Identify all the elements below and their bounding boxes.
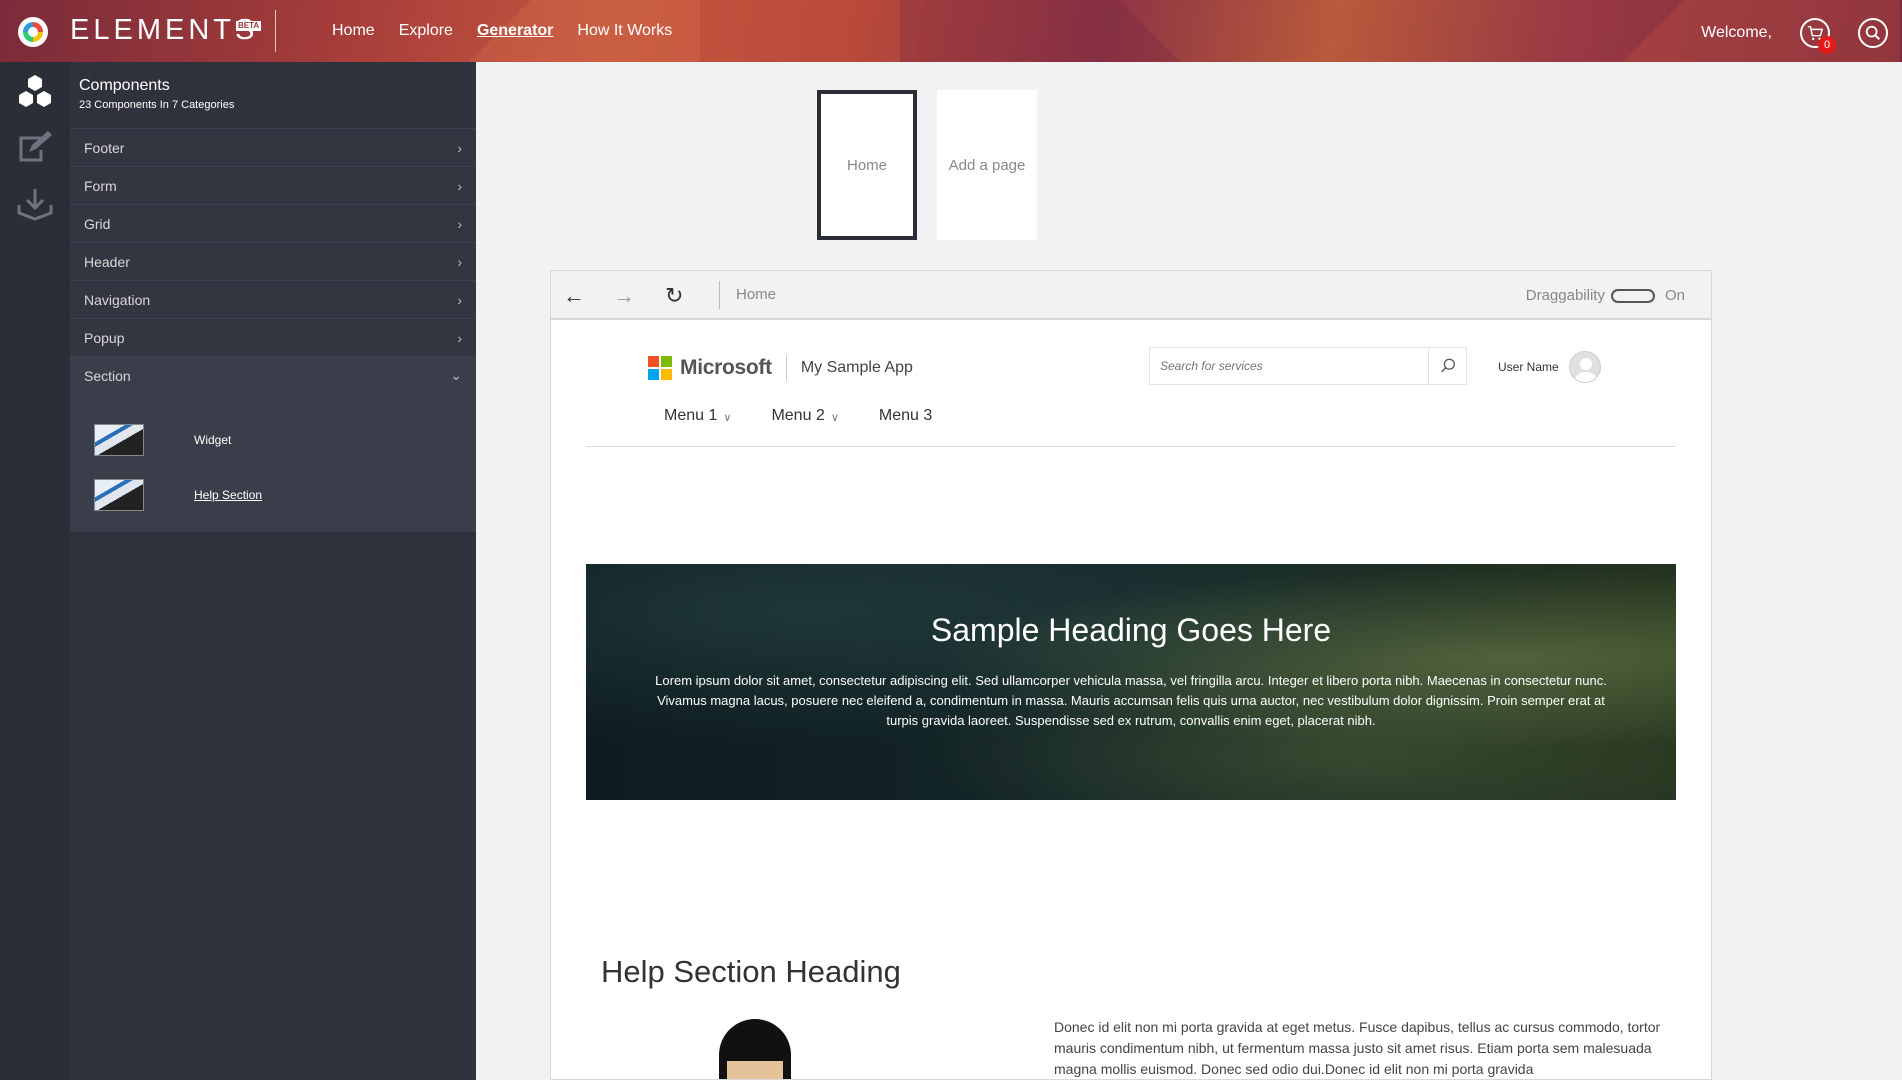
app-name: My Sample App [800, 359, 913, 376]
chevron-right-icon: › [457, 329, 462, 346]
component-widget[interactable]: Widget [94, 424, 231, 456]
components-panel: Components 23 Components In 7 Categories… [70, 62, 476, 1080]
component-help-section[interactable]: Help Section [94, 479, 262, 511]
component-label: Widget [194, 433, 232, 447]
chevron-right-icon: › [457, 177, 462, 194]
component-label: Help Section [194, 488, 263, 502]
rail-download[interactable] [0, 176, 70, 232]
chevron-down-icon: ⌄ [450, 367, 462, 383]
draggability-state: On [1664, 287, 1685, 304]
panel-subtitle: 23 Components In 7 Categories [79, 99, 235, 111]
user-profile[interactable]: User Name [1498, 351, 1601, 383]
category-navigation[interactable]: Navigation › [70, 280, 476, 318]
preview-browser: ← → ↻ Home Draggability On Microsoft My … [550, 270, 1712, 1080]
microsoft-logo-icon [648, 356, 672, 380]
category-label: Navigation [84, 291, 151, 308]
category-footer[interactable]: Footer › [70, 128, 476, 166]
help-section-heading: Help Section Heading [601, 954, 901, 989]
nav-how-it-works[interactable]: How It Works [577, 22, 672, 40]
menu-label: Menu 2 [771, 407, 825, 424]
elements-logo-icon[interactable] [18, 17, 48, 47]
site-search [1149, 347, 1467, 385]
hero-heading: Sample Heading Goes Here [930, 612, 1332, 648]
category-label: Footer [84, 139, 125, 156]
beta-badge: BETA [236, 21, 262, 31]
back-arrow-icon[interactable]: ← [563, 283, 585, 309]
top-bar: ELEMENTS BETA Home Explore Generator How… [0, 0, 1902, 62]
chevron-right-icon: › [457, 215, 462, 232]
category-label: Popup [84, 329, 125, 346]
search-icon [1440, 358, 1455, 373]
toolbar-divider [719, 281, 720, 309]
help-illustration [719, 1019, 791, 1079]
rail-components[interactable] [0, 64, 70, 120]
category-section[interactable]: Section ⌄ [70, 356, 476, 394]
download-icon [17, 189, 53, 221]
cart-button[interactable]: 0 [1800, 18, 1836, 54]
page-tab-home[interactable]: Home [817, 90, 917, 240]
main-nav: Home Explore Generator How It Works [332, 22, 696, 40]
edit-pencil-icon [19, 131, 52, 162]
menu-item-2[interactable]: Menu 2 ∨ [771, 407, 838, 425]
hero-body: Lorem ipsum dolor sit amet, consectetur … [655, 673, 1607, 728]
site-menu: Menu 1 ∨ Menu 2 ∨ Menu 3 [664, 407, 972, 425]
site-search-input[interactable] [1150, 348, 1430, 384]
person-face [727, 1061, 783, 1079]
brand-name[interactable]: ELEMENTS [70, 14, 258, 47]
add-page-button[interactable]: Add a page [937, 90, 1037, 240]
panel-header: Components 23 Components In 7 Categories [70, 62, 476, 128]
menu-item-1[interactable]: Menu 1 ∨ [664, 407, 731, 425]
hero-section: Sample Heading Goes Here Lorem ipsum dol… [586, 564, 1676, 800]
logo-text: Microsoft [680, 356, 772, 379]
search-icon [1865, 25, 1881, 41]
component-thumbnail [94, 479, 144, 511]
draggability-toggle[interactable] [1610, 288, 1655, 303]
user-name: User Name [1498, 360, 1559, 374]
panel-title: Components [79, 77, 170, 94]
menu-label: Menu 1 [664, 407, 718, 424]
forward-arrow-icon[interactable]: → [613, 283, 635, 309]
chevron-down-icon: ∨ [830, 412, 839, 424]
avatar [1568, 351, 1601, 383]
tool-rail [0, 62, 70, 1080]
chevron-right-icon: › [457, 253, 462, 270]
nav-home[interactable]: Home [332, 22, 375, 40]
component-thumbnail [94, 424, 144, 456]
chevron-right-icon: › [457, 139, 462, 156]
welcome-text: Welcome, [1701, 24, 1772, 41]
header-facet [1500, 0, 1900, 62]
category-label: Grid [84, 215, 111, 232]
category-header[interactable]: Header › [70, 242, 476, 280]
header-facet [900, 0, 1400, 62]
section-components-list: Widget Help Section [70, 394, 476, 533]
brand-divider [275, 10, 276, 52]
help-section-body: Donec id elit non mi porta gravida at eg… [1054, 1019, 1661, 1077]
nav-generator[interactable]: Generator [477, 22, 553, 40]
category-label: Form [84, 177, 117, 194]
nav-explore[interactable]: Explore [399, 22, 453, 40]
category-label: Section [84, 367, 131, 384]
category-popup[interactable]: Popup › [70, 318, 476, 356]
menu-item-3[interactable]: Menu 3 [879, 407, 932, 425]
category-grid[interactable]: Grid › [70, 204, 476, 242]
global-search-button[interactable] [1858, 18, 1888, 48]
refresh-icon[interactable]: ↻ [665, 283, 683, 309]
site-header: Microsoft My Sample App User Name Menu 1… [586, 341, 1676, 447]
user-avatar-icon [1574, 358, 1597, 382]
site-logo[interactable]: Microsoft My Sample App [648, 355, 913, 381]
components-hexagons-icon [19, 75, 51, 107]
browser-toolbar: ← → ↻ Home Draggability On [551, 271, 1711, 320]
category-form[interactable]: Form › [70, 166, 476, 204]
address-bar[interactable]: Home [736, 286, 776, 303]
draggability-label: Draggability [1525, 287, 1605, 304]
category-label: Header [84, 253, 130, 270]
logo-divider [785, 355, 787, 381]
draggability-control: Draggability On [1526, 287, 1685, 304]
cart-count-badge: 0 [1818, 36, 1836, 54]
menu-label: Menu 3 [878, 407, 933, 424]
chevron-down-icon: ∨ [723, 412, 732, 424]
rail-edit[interactable] [0, 120, 70, 176]
chevron-right-icon: › [457, 291, 462, 308]
site-search-button[interactable] [1428, 348, 1466, 384]
